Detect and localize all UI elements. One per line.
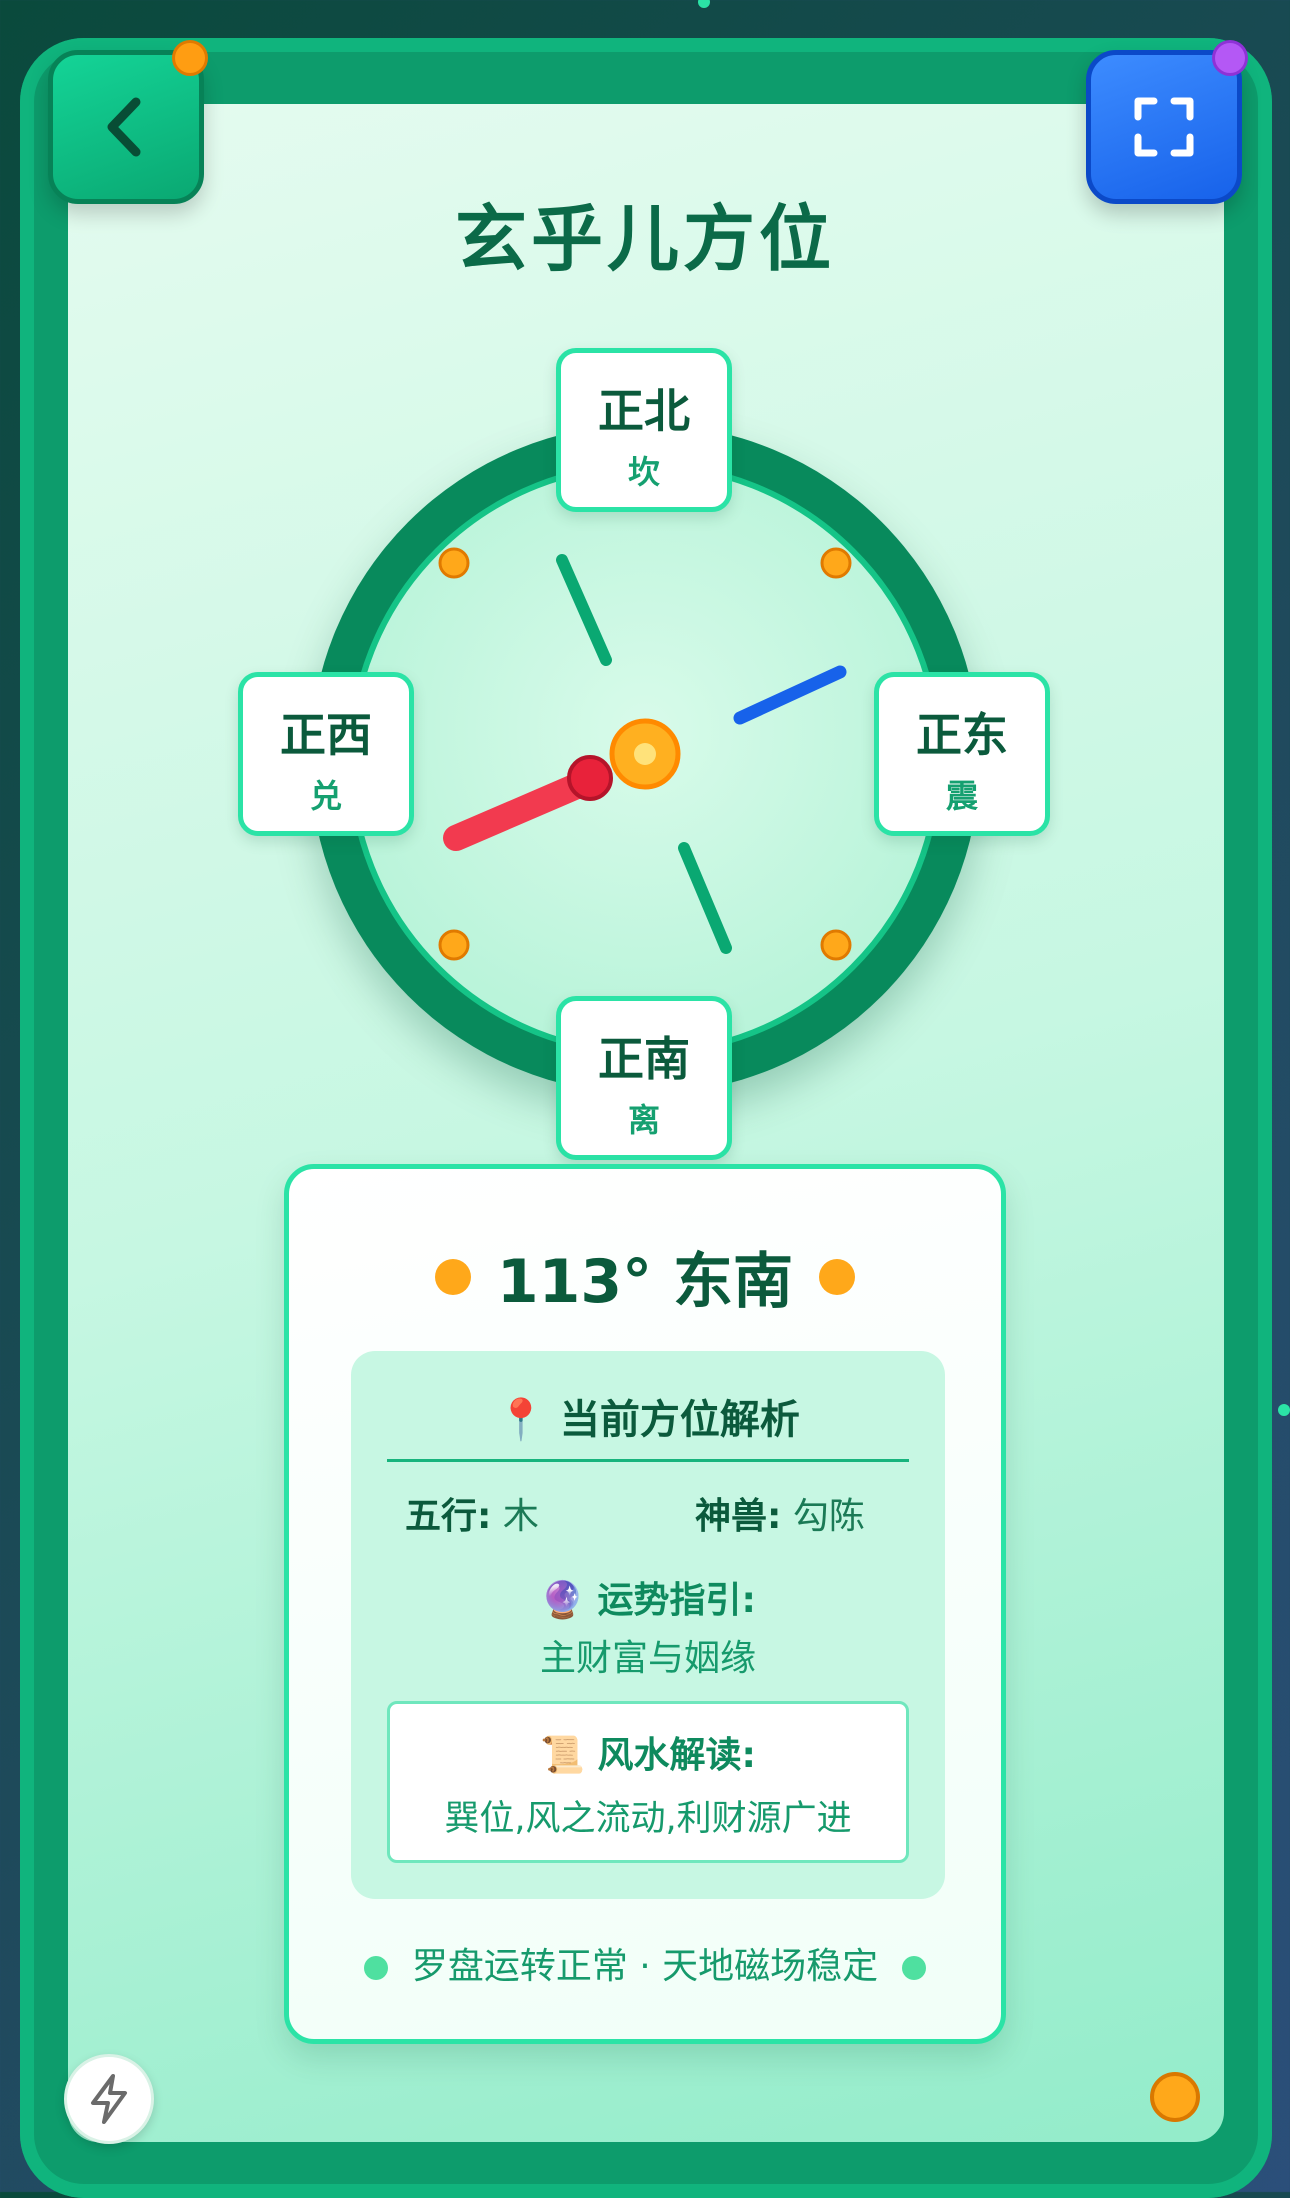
bearing-text: 113° 东南	[496, 1247, 794, 1317]
direction-east: 正东 震	[874, 672, 1050, 836]
decorative-dot	[1150, 2072, 1200, 2122]
fengshui-text: 巽位,风之流动,利财源广进	[444, 1799, 852, 1839]
beast-row: 神兽: 勾陈	[695, 1487, 865, 1539]
decorative-dot	[434, 1258, 471, 1295]
direction-trigram: 兑	[309, 777, 342, 815]
fortune-title: 🔮 运势指引:	[540, 1580, 756, 1621]
status-text: 罗盘运转正常 · 天地磁场稳定	[411, 1946, 879, 1987]
status-row: 罗盘运转正常 · 天地磁场稳定	[289, 1937, 1001, 1989]
direction-south: 正南 离	[556, 996, 732, 1160]
decorative-dot	[819, 1258, 856, 1295]
expand-icon	[1134, 97, 1194, 157]
divider	[387, 1459, 909, 1462]
wuxing-row: 五行: 木	[405, 1487, 539, 1539]
lightning-icon	[91, 2074, 127, 2124]
decorative-dot	[698, 0, 710, 8]
bearing-heading: 113° 东南	[289, 1233, 1001, 1320]
analysis-title: 📍 当前方位解析	[496, 1397, 800, 1443]
quick-action-button[interactable]	[64, 2054, 154, 2144]
decorative-dot	[1278, 1404, 1290, 1416]
direction-name: 正北	[598, 384, 690, 438]
chevron-left-icon	[107, 97, 141, 157]
direction-north: 正北 坎	[556, 348, 732, 512]
fortune-text: 主财富与姻缘	[539, 1638, 756, 1679]
direction-name: 正东	[916, 708, 1008, 762]
crystal-ball-icon: 🔮	[540, 1580, 585, 1621]
pin-icon: 📍	[496, 1397, 546, 1443]
direction-trigram: 坎	[627, 453, 660, 491]
beast-value: 勾陈	[792, 1496, 865, 1537]
direction-trigram: 震	[945, 777, 978, 815]
page-title: 玄乎儿方位	[454, 197, 835, 281]
wuxing-value: 木	[502, 1496, 539, 1537]
compass-face	[348, 462, 942, 1056]
beast-label: 神兽:	[695, 1496, 782, 1537]
wuxing-label: 五行:	[405, 1496, 492, 1537]
fengshui-box: 📜 风水解读: 巽位,风之流动,利财源广进	[387, 1701, 909, 1863]
reading-card: 113° 东南 📍 当前方位解析 五行: 木 神兽: 勾陈 🔮 运势指引: 主财…	[284, 1164, 1006, 2044]
status-dot	[902, 1956, 927, 1980]
decorative-dot	[1212, 40, 1248, 76]
direction-name: 正南	[598, 1032, 690, 1086]
fengshui-title: 📜 风水解读:	[540, 1735, 756, 1776]
direction-trigram: 离	[627, 1101, 660, 1139]
status-dot	[363, 1956, 388, 1980]
direction-west: 正西 兑	[238, 672, 414, 836]
direction-name: 正西	[280, 708, 372, 762]
analysis-panel: 📍 当前方位解析 五行: 木 神兽: 勾陈 🔮 运势指引: 主财富与姻缘 📜 风…	[351, 1351, 945, 1899]
scroll-icon: 📜	[540, 1735, 585, 1776]
decorative-dot	[172, 40, 208, 76]
